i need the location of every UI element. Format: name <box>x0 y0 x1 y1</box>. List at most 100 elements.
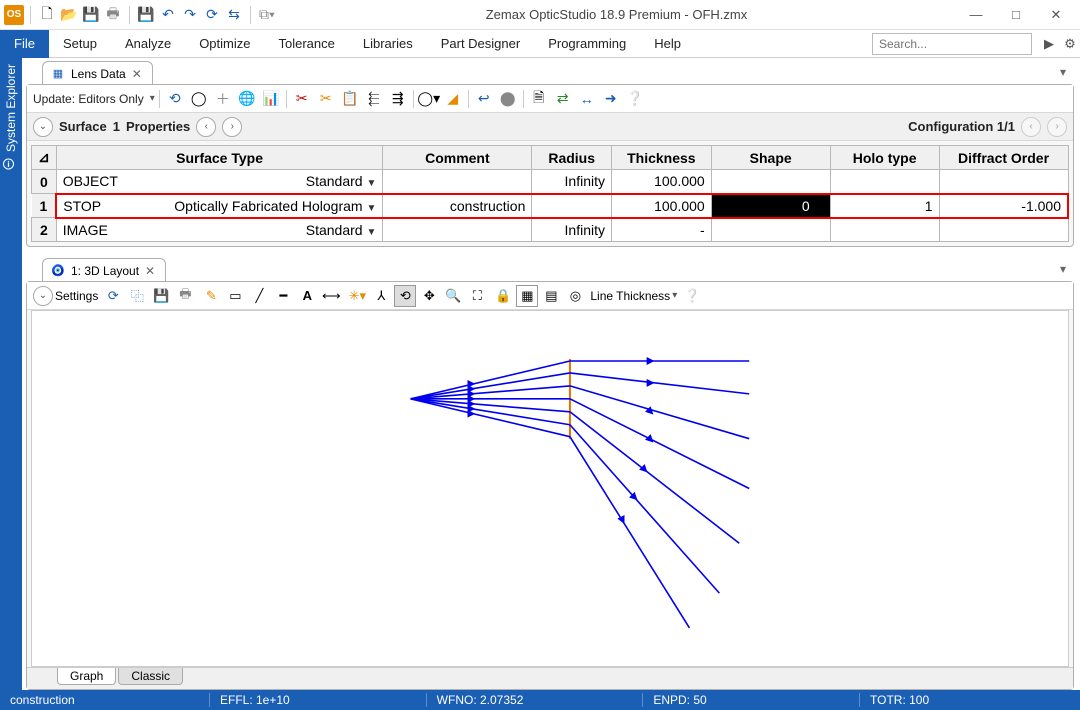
chart-icon[interactable]: 📊 <box>260 88 282 110</box>
col-comment[interactable]: Comment <box>383 146 532 170</box>
cell-comment[interactable]: construction <box>383 194 532 218</box>
pencil-icon[interactable]: ✎ <box>200 285 222 307</box>
panel-menu-icon[interactable]: ▾ <box>1060 65 1066 79</box>
cell-radius[interactable]: Infinity <box>532 218 612 242</box>
clipboard-icon[interactable]: 📋 <box>339 88 361 110</box>
menu-optimize[interactable]: Optimize <box>185 36 264 51</box>
dash-icon[interactable]: ━ <box>272 285 294 307</box>
cell-shape[interactable] <box>711 218 830 242</box>
row-index[interactable]: 0 <box>32 170 57 194</box>
menu-tolerance[interactable]: Tolerance <box>264 36 348 51</box>
aperture-icon[interactable]: ◯ <box>188 88 210 110</box>
row-index[interactable]: 1 <box>32 194 57 218</box>
cell-order[interactable]: -1.000 <box>939 194 1068 218</box>
system-explorer-sidebar[interactable]: 🛈System Explorer <box>0 58 22 690</box>
row-index[interactable]: 2 <box>32 218 57 242</box>
layout-tab[interactable]: 🧿 1: 3D Layout ✕ <box>42 258 166 282</box>
cell-shape-selected[interactable]: 0 <box>711 194 830 218</box>
cell-comment[interactable] <box>383 218 532 242</box>
cell-holo[interactable] <box>830 218 939 242</box>
menu-help[interactable]: Help <box>640 36 695 51</box>
rect-icon[interactable]: ▭ <box>224 285 246 307</box>
go-icon[interactable]: ➜ <box>600 88 622 110</box>
layout-canvas[interactable] <box>31 310 1069 667</box>
dimension-icon[interactable]: ⟷ <box>320 285 342 307</box>
prev-surface-button[interactable]: ‹ <box>196 117 216 137</box>
col-thickness[interactable]: Thickness <box>612 146 712 170</box>
cell-order[interactable] <box>939 170 1068 194</box>
scissors-icon[interactable]: ✂ <box>315 88 337 110</box>
cell-order[interactable] <box>939 218 1068 242</box>
lens-data-tab[interactable]: ▦ Lens Data ✕ <box>42 61 153 85</box>
fit-icon[interactable]: ⛶ <box>466 285 488 307</box>
arrow-right-icon[interactable]: ↔ <box>576 88 598 110</box>
pan-icon[interactable]: ✥ <box>418 285 440 307</box>
saveas-icon[interactable]: 💾 <box>136 5 156 25</box>
save-icon[interactable]: 💾 <box>81 5 101 25</box>
print-icon[interactable]: 🖶 <box>103 5 123 25</box>
sync-icon[interactable]: ⇆ <box>224 5 244 25</box>
corner-cell[interactable]: ⊿ <box>32 146 57 170</box>
cell-shape[interactable] <box>711 170 830 194</box>
help-icon[interactable]: ❔ <box>624 88 646 110</box>
bottom-tab-classic[interactable]: Classic <box>118 668 183 685</box>
refresh-icon[interactable]: ⟳ <box>202 5 222 25</box>
menu-libraries[interactable]: Libraries <box>349 36 427 51</box>
prev-config-button[interactable]: ‹ <box>1021 117 1041 137</box>
menu-setup[interactable]: Setup <box>49 36 111 51</box>
insert-icon[interactable]: ＋ <box>212 88 234 110</box>
cell-thickness[interactable]: 100.000 <box>612 194 712 218</box>
text-a-icon[interactable]: A <box>296 285 318 307</box>
col-holo[interactable]: Holo type <box>830 146 939 170</box>
panel-menu-icon[interactable]: ▾ <box>1060 262 1066 276</box>
open-file-icon[interactable]: 📂 <box>59 5 79 25</box>
close-tab-icon[interactable]: ✕ <box>145 264 157 278</box>
col-diffract[interactable]: Diffract Order <box>939 146 1068 170</box>
target-icon[interactable]: ◎ <box>564 285 586 307</box>
circle-tool-icon[interactable]: ◯▾ <box>418 88 440 110</box>
minimize-button[interactable]: — <box>956 0 996 30</box>
reload-icon[interactable]: ⟲ <box>164 88 186 110</box>
menu-part-designer[interactable]: Part Designer <box>427 36 534 51</box>
save-icon[interactable]: 💾 <box>150 285 172 307</box>
settings-label[interactable]: Settings <box>55 289 98 303</box>
line-icon[interactable]: ╱ <box>248 285 270 307</box>
cell-holo[interactable]: 1 <box>830 194 939 218</box>
copy-icon[interactable]: ⿻ <box>126 285 148 307</box>
cell-thickness[interactable]: 100.000 <box>612 170 712 194</box>
print-icon[interactable]: 🖶 <box>174 285 196 307</box>
update-label[interactable]: Update: Editors Only <box>33 92 148 106</box>
search-input[interactable] <box>872 33 1032 55</box>
toggle-icon[interactable]: ⬤ <box>497 88 519 110</box>
refresh-icon[interactable]: ⟳ <box>102 285 124 307</box>
cut-icon[interactable]: ✂ <box>291 88 313 110</box>
bottom-tab-graph[interactable]: Graph <box>57 668 116 685</box>
redo-icon[interactable]: ↷ <box>180 5 200 25</box>
settings-gear-icon[interactable]: ⚙ <box>1060 36 1080 52</box>
cell-surface-type[interactable]: OBJECTStandard ▼ <box>56 170 383 194</box>
cell-thickness[interactable]: - <box>612 218 712 242</box>
file-menu[interactable]: File <box>0 30 49 58</box>
next-config-button[interactable]: › <box>1047 117 1067 137</box>
search-go-icon[interactable]: ▶ <box>1038 36 1060 52</box>
material-icon[interactable]: ◢ <box>442 88 464 110</box>
cell-surface-type[interactable]: IMAGEStandard ▼ <box>56 218 383 242</box>
back-icon[interactable]: ↩ <box>473 88 495 110</box>
line-thickness-label[interactable]: Line Thickness <box>590 289 670 303</box>
film-icon[interactable]: ▤ <box>540 285 562 307</box>
close-tab-icon[interactable]: ✕ <box>132 67 144 81</box>
rotate-3d-icon[interactable]: ⟲ <box>394 285 416 307</box>
split-r-icon[interactable]: ⇶ <box>387 88 409 110</box>
cell-comment[interactable] <box>383 170 532 194</box>
split-l-icon[interactable]: ⬱ <box>363 88 385 110</box>
lock-icon[interactable]: 🔒 <box>492 285 514 307</box>
col-surface-type[interactable]: Surface Type <box>56 146 383 170</box>
expand-settings-button[interactable]: ⌄ <box>33 286 53 306</box>
help-icon[interactable]: ❔ <box>681 285 703 307</box>
cell-surface-type[interactable]: STOPOptically Fabricated Hologram ▼ <box>56 194 383 218</box>
col-shape[interactable]: Shape <box>711 146 830 170</box>
cell-radius[interactable] <box>532 194 612 218</box>
menu-programming[interactable]: Programming <box>534 36 640 51</box>
zoom-icon[interactable]: 🔍 <box>442 285 464 307</box>
expand-props-button[interactable]: ⌄ <box>33 117 53 137</box>
